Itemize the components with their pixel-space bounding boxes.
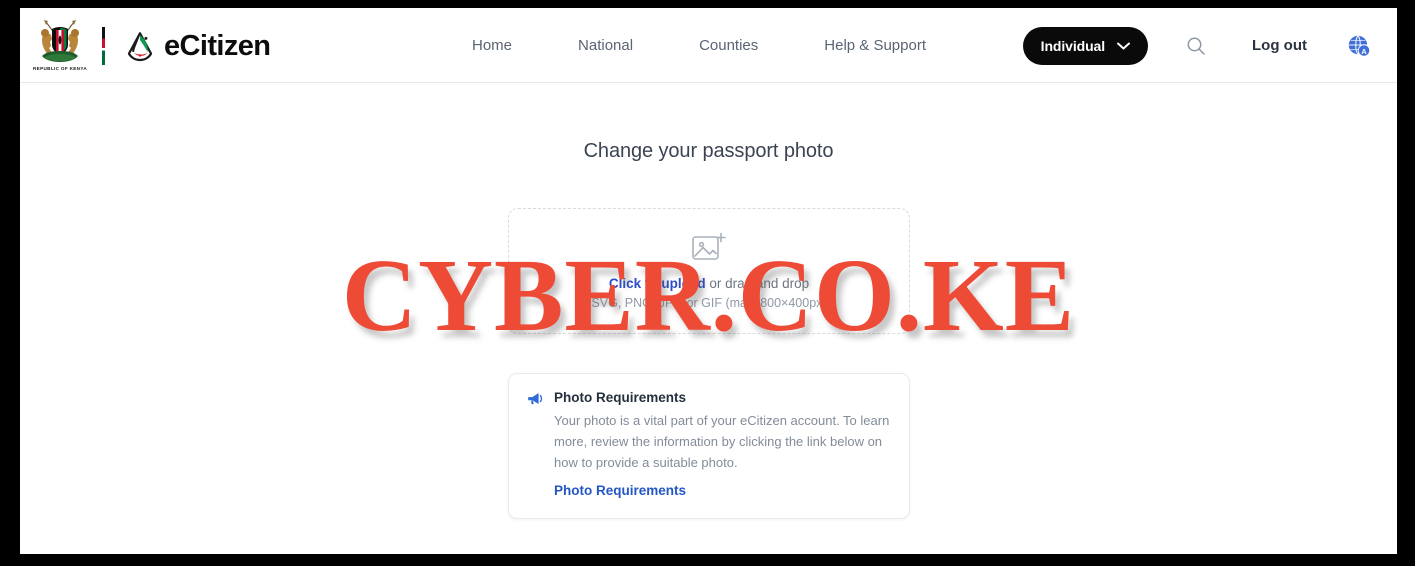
- ecitizen-wordmark: eCitizen: [164, 29, 271, 62]
- account-type-label: Individual: [1040, 37, 1106, 54]
- header-actions: Individual Log out A: [1022, 8, 1379, 83]
- svg-text:A: A: [1361, 47, 1367, 56]
- megaphone-icon: [528, 393, 543, 405]
- search-icon: [1187, 37, 1205, 55]
- upload-link-text[interactable]: Click to upload: [609, 276, 706, 291]
- kenya-coat-of-arms: REPUBLIC OF KENYA: [32, 16, 88, 76]
- brand-logo[interactable]: REPUBLIC OF KENYA eCitizen: [32, 12, 271, 80]
- language-translate-button[interactable]: A: [1339, 26, 1379, 66]
- upload-instruction: Click to upload or drag and drop: [609, 276, 809, 291]
- account-type-dropdown[interactable]: Individual: [1022, 26, 1149, 65]
- logout-button[interactable]: Log out: [1252, 37, 1307, 54]
- search-button[interactable]: [1170, 26, 1222, 66]
- brand-divider: [102, 27, 105, 65]
- image-add-icon: [692, 232, 726, 260]
- main-content: Change your passport photo Click to uplo…: [20, 83, 1397, 554]
- photo-requirements-link[interactable]: Photo Requirements: [554, 483, 686, 498]
- photo-requirements-title: Photo Requirements: [554, 390, 687, 405]
- photo-requirements-card: Photo Requirements Your photo is a vital…: [508, 373, 910, 520]
- page-title: Change your passport photo: [583, 140, 834, 162]
- upload-formats-hint: SVG, PNG, JPG or GIF (max. 800×400px): [591, 296, 827, 310]
- photo-upload-dropzone[interactable]: Click to upload or drag and drop SVG, PN…: [508, 208, 910, 334]
- megaphone-icon-wrapper: [527, 390, 544, 500]
- photo-requirements-body: Photo Requirements Your photo is a vital…: [554, 390, 891, 500]
- ecitizen-logo-icon: [127, 32, 153, 62]
- photo-requirements-text: Your photo is a vital part of your eCiti…: [554, 413, 890, 471]
- coat-caption: REPUBLIC OF KENYA: [32, 66, 88, 71]
- globe-translate-icon: A: [1348, 34, 1371, 57]
- chevron-down-icon: [1117, 42, 1130, 49]
- nav-item-home[interactable]: Home: [472, 37, 545, 54]
- upload-rest-text: or drag and drop: [705, 276, 810, 291]
- browser-page: REPUBLIC OF KENYA eCitizen Home National…: [20, 8, 1397, 554]
- screenshot-frame: REPUBLIC OF KENYA eCitizen Home National…: [0, 0, 1415, 566]
- site-header: REPUBLIC OF KENYA eCitizen Home National…: [20, 8, 1397, 83]
- nav-item-help-support[interactable]: Help & Support: [791, 37, 959, 54]
- main-navigation: Home National Counties Help & Support: [472, 8, 959, 83]
- nav-item-national[interactable]: National: [545, 37, 666, 54]
- nav-item-counties[interactable]: Counties: [666, 37, 791, 54]
